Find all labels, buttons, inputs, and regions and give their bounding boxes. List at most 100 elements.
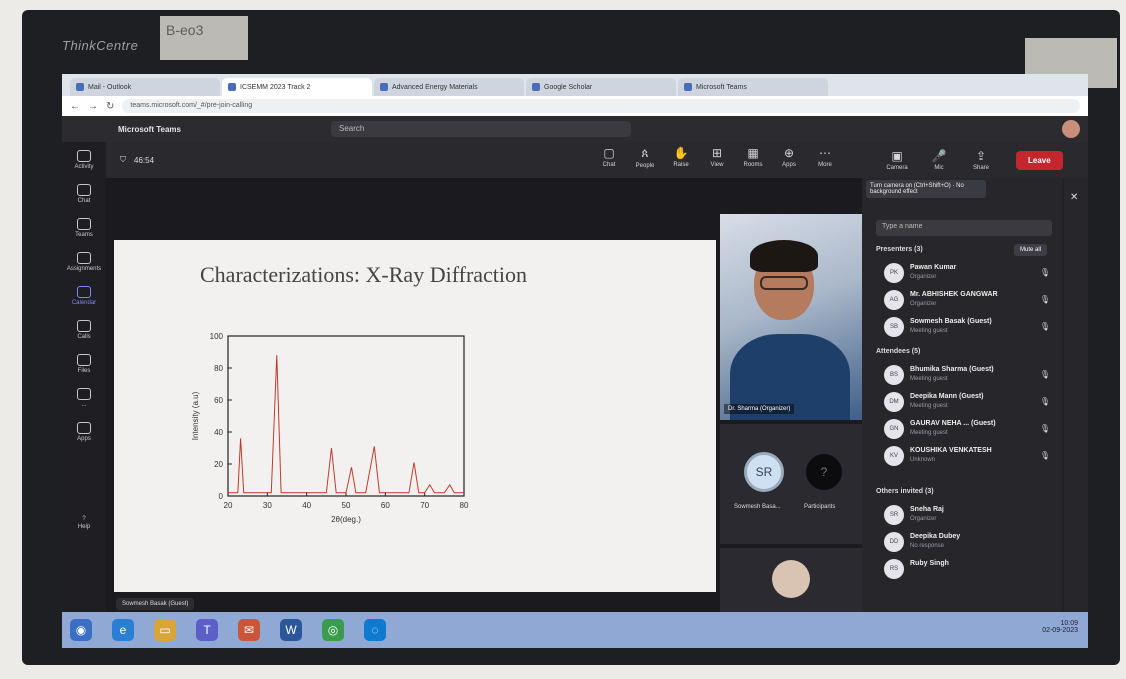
rail-item-files[interactable]: Files [77,354,91,374]
tab-label: Advanced Energy Materials [392,83,478,91]
browser-tab-4[interactable]: Microsoft Teams [678,78,828,96]
close-icon[interactable]: ✕ [1070,192,1078,203]
x-tick-label: 40 [302,501,311,510]
forward-icon[interactable]: → [88,101,98,112]
participant-avatar-sr[interactable]: SR [744,452,784,492]
timer-text: 46:54 [134,155,155,165]
rooms-icon: ▦ [747,146,759,160]
rail-item-[interactable]: ... [77,388,91,408]
phone-icon [77,320,91,332]
participant-row[interactable]: SR Sneha Raj Organizer [884,504,1054,528]
address-bar: ← → ↻ teams.microsoft.com/_#/pre-join-ca… [62,96,1088,116]
teams-taskbar-icon[interactable]: T [196,619,218,641]
others-header[interactable]: Others invited (3) [876,488,934,495]
xrd-series-line [228,355,464,494]
app-name: Microsoft Teams [118,124,181,134]
participant-role: Meeting guest [910,430,948,436]
share-icon: ⇪ [975,149,987,163]
browser-tab-1[interactable]: ICSEMM 2023 Track 2 [222,78,372,96]
rail-label: Assignments [66,266,102,272]
participant-row[interactable]: DD Deepika Dubey No response [884,531,1054,555]
mic-off-icon[interactable]: 🎙 [1040,322,1050,331]
camera-button[interactable]: ▣ Camera [880,149,914,171]
participant-row[interactable]: AG Mr. ABHISHEK GANGWAR Organizer 🎙 [884,289,1054,313]
rail-item-assignments[interactable]: Assignments [67,252,101,272]
participant-row[interactable]: PK Pawan Kumar Organizer 🎙 [884,262,1054,286]
ie-icon[interactable]: e [112,619,134,641]
mic-off-icon[interactable]: 🎙 [1040,451,1050,460]
url-field[interactable]: teams.microsoft.com/_#/pre-join-calling [122,99,1080,113]
mute-all-button[interactable]: Mute all [1014,244,1048,256]
slide-title: Characterizations: X-Ray Diffraction [200,262,528,287]
participant-row[interactable]: KV KOUSHIKA VENKATESH Unknown 🎙 [884,445,1054,469]
participant-avatar-dark[interactable]: ? [806,454,842,490]
browser-tab-2[interactable]: Advanced Energy Materials [374,78,524,96]
tab-label: Mail - Outlook [88,83,132,91]
back-icon[interactable]: ← [70,101,80,112]
chrome-icon[interactable]: ◎ [322,619,344,641]
user-avatar[interactable] [1062,120,1080,138]
attendees-header[interactable]: Attendees (5) [876,348,920,355]
toolbar-more-button[interactable]: ⋯ More [808,146,842,169]
rail-item-help[interactable]: ? Help [78,516,90,530]
toolbar-apps-button[interactable]: ⊕ Apps [772,146,806,169]
teams-icon [76,218,91,230]
rail-item-calendar[interactable]: Calendar [72,286,96,306]
participant-row[interactable]: RS Ruby Singh [884,558,1054,582]
chart-frame [227,335,465,497]
explorer-icon[interactable]: ▭ [154,619,176,641]
rail-item-calls[interactable]: Calls [77,320,91,340]
self-view-tile[interactable] [720,548,862,612]
control-label: Camera [886,165,908,171]
mic-off-icon[interactable]: 🎙 [1040,424,1050,433]
browser-tab-0[interactable]: Mail - Outlook [70,78,220,96]
share-button[interactable]: ⇪ Share [964,149,998,171]
app-rail: Activity Chat Teams Assignments Calendar Call… [62,142,106,612]
mail-icon[interactable]: ✉ [238,619,260,641]
toolbar-buttons: ▢ Chat ጰ People ✋ Raise ⊞ View ▦ Rooms ⊕ Apps ⋯ More [592,146,842,169]
camera-tooltip: Turn camera on (Ctrl+Shift+O) · No backg… [866,180,986,198]
taskbar-clock[interactable]: 10:09 02-09-2023 [1042,620,1078,634]
participant-row[interactable]: BS Bhumika Sharma (Guest) Meeting guest 🎙 [884,364,1054,388]
x-axis-label: 2θ(deg.) [331,515,361,524]
mic-off-icon[interactable]: 🎙 [1040,397,1050,406]
mic-off-icon[interactable]: 🎙 [1040,268,1050,277]
browser-tab-3[interactable]: Google Scholar [526,78,676,96]
participant-row[interactable]: DM Deepika Mann (Guest) Meeting guest 🎙 [884,391,1054,415]
browser-tab-bar: Mail - Outlook ICSEMM 2023 Track 2 Advance… [62,74,1088,96]
leave-button[interactable]: Leave [1016,150,1063,170]
rail-item-activity[interactable]: Activity [74,150,94,170]
participant-avatar: KV [884,446,904,466]
participant-name: Deepika Dubey [910,533,961,540]
participant-row[interactable]: GN GAURAV NEHA ... (Guest) Meeting guest 🎙 [884,418,1054,442]
toolbar-chat-button[interactable]: ▢ Chat [592,146,626,169]
sticky-note-left: B-eo3 [160,16,248,60]
search-input[interactable]: Search [330,121,631,137]
shared-slide: Characterizations: X-Ray Diffraction 0 20… [114,240,716,592]
rail-item-teams[interactable]: Teams [75,218,93,238]
participant-search-input[interactable]: Type a name [876,220,1052,236]
main-video-feed[interactable]: Dr. Sharma (Organizer) [720,214,862,420]
presenters-header[interactable]: Presenters (3) [876,246,923,253]
participant-name: KOUSHIKA VENKATESH [910,447,992,454]
mic-off-icon[interactable]: 🎙 [1040,295,1050,304]
mic-button[interactable]: 🎤 Mic [922,149,956,171]
more-icon [77,388,91,400]
participant-avatar: PK [884,263,904,283]
rail-item-apps[interactable]: Apps [77,422,91,442]
reload-icon[interactable]: ↻ [106,101,114,112]
toolbar-label: People [635,163,655,169]
mic-off-icon[interactable]: 🎙 [1040,370,1050,379]
toolbar-view-button[interactable]: ⊞ View [700,146,734,169]
x-tick-label: 20 [224,501,233,510]
edge-icon[interactable]: ◌ [364,619,386,641]
participant-row[interactable]: SB Sowmesh Basak (Guest) Meeting guest 🎙 [884,316,1054,340]
toolbar-rooms-button[interactable]: ▦ Rooms [736,146,770,169]
toolbar-people-button[interactable]: ጰ People [628,146,662,169]
video-person-hair [750,240,818,272]
word-icon[interactable]: W [280,619,302,641]
toolbar-raise-button[interactable]: ✋ Raise [664,146,698,169]
more-icon: ⋯ [819,146,831,160]
rail-item-chat[interactable]: Chat [77,184,91,204]
start-icon[interactable]: ◉ [70,619,92,641]
